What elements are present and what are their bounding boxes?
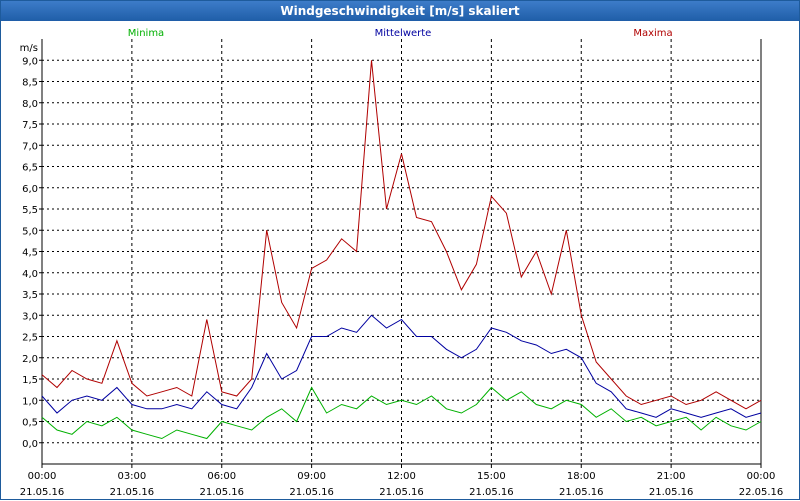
y-tick-label: 0,5 (22, 418, 38, 429)
x-tick-time-label: 21:00 (657, 471, 686, 482)
y-axis-label: m/s (20, 43, 38, 54)
legend-entry-mittelwerte: Mittelwerte (375, 28, 432, 39)
x-tick-date-label: 21.05.16 (469, 487, 514, 498)
x-tick-date-label: 22.05.16 (739, 487, 784, 498)
y-tick-label: 8,0 (22, 99, 38, 110)
x-tick-time-label: 06:00 (207, 471, 236, 482)
x-tick-date-label: 21.05.16 (379, 487, 424, 498)
y-tick-label: 7,5 (22, 120, 38, 131)
chart-window: Windgeschwindigkeit [m/s] skaliert 0,0 0,… (0, 0, 800, 500)
y-tick-label: 0,0 (22, 439, 38, 450)
y-tick-label: 2,5 (22, 333, 38, 344)
legend: Minima Mittelwerte Maxima (128, 28, 673, 39)
x-tick-time-label: 18:00 (567, 471, 596, 482)
x-tick-time-label: 09:00 (297, 471, 326, 482)
y-tick-label: 5,0 (22, 226, 38, 237)
x-tick-date-label: 21.05.16 (20, 487, 65, 498)
x-tick-time-label: 03:00 (117, 471, 146, 482)
wind-speed-chart: 0,0 0,5 1,0 1,5 2,0 2,5 3,0 3,5 4,0 4,5 5,0 5,5 6,0 6… (20, 28, 784, 498)
series-line-mittelwerte (41, 314, 762, 418)
x-tick-date-label: 21.05.16 (199, 487, 244, 498)
y-tick-label: 3,0 (22, 311, 38, 322)
x-tick-time-label: 15:00 (477, 471, 506, 482)
y-axis-ticks: 0,0 0,5 1,0 1,5 2,0 2,5 3,0 3,5 4,0 4,5 5,0 5,5 6,0 6… (20, 43, 42, 450)
y-tick-label: 4,5 (22, 248, 38, 259)
legend-entry-minima: Minima (128, 28, 164, 39)
x-tick-date-label: 21.05.16 (559, 487, 604, 498)
y-tick-label: 2,0 (22, 354, 38, 365)
y-tick-label: 3,5 (22, 290, 38, 301)
x-tick-time-label: 00:00 (28, 471, 57, 482)
y-tick-label: 8,5 (22, 78, 38, 89)
y-tick-label: 6,0 (22, 184, 38, 195)
x-tick-date-label: 21.05.16 (289, 487, 334, 498)
x-tick-date-label: 21.05.16 (110, 487, 155, 498)
y-tick-label: 7,0 (22, 141, 38, 152)
legend-entry-maxima: Maxima (633, 28, 672, 39)
x-tick-time-label: 00:00 (747, 471, 776, 482)
y-tick-label: 6,5 (22, 163, 38, 174)
x-axis-ticks: 00:00 21.05.16 03:00 21.05.16 06:00 21.05.16 0… (20, 464, 784, 498)
y-tick-label: 1,0 (22, 396, 38, 407)
y-tick-label: 4,0 (22, 269, 38, 280)
y-tick-label: 1,5 (22, 375, 38, 386)
y-tick-label: 9,0 (22, 56, 38, 67)
x-tick-date-label: 21.05.16 (649, 487, 694, 498)
x-tick-time-label: 12:00 (387, 471, 416, 482)
y-tick-label: 5,5 (22, 205, 38, 216)
